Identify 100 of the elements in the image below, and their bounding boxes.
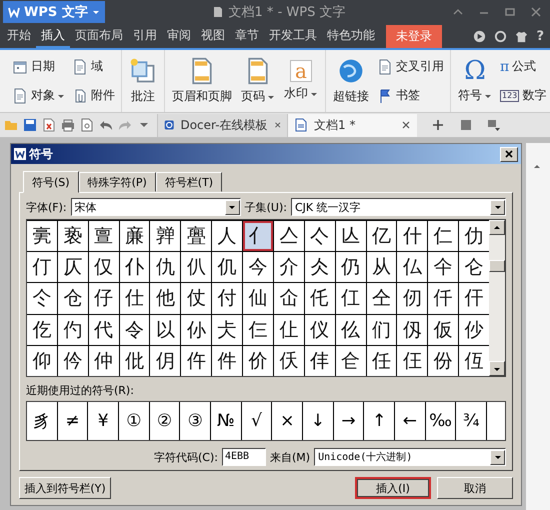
menu-tab[interactable]: 引用 (128, 24, 162, 48)
close-icon[interactable] (401, 120, 411, 130)
symbol-cell[interactable]: ↑ (364, 402, 394, 440)
symbol-cell[interactable]: 亸 (150, 221, 180, 252)
symbol-cell[interactable]: ¥ (88, 402, 118, 440)
symbol-cell[interactable]: 仞 (397, 283, 428, 314)
save-icon[interactable] (23, 118, 37, 132)
symbol-cell[interactable]: 仾 (459, 346, 489, 376)
ribbon-button[interactable]: 附件 (69, 85, 118, 106)
symbol-cell[interactable]: 仯 (459, 314, 489, 345)
ribbon-button[interactable]: 批注 (125, 54, 161, 108)
help-button[interactable]: ? (536, 28, 544, 44)
close-icon[interactable] (274, 120, 281, 130)
menu-tab[interactable]: 视图 (196, 24, 230, 48)
symbol-cell[interactable]: 以 (150, 314, 180, 345)
symbol-cell[interactable]: 亾 (336, 221, 366, 252)
symbol-cell[interactable]: 仅 (88, 252, 119, 282)
symbol-cell[interactable]: 亽 (304, 221, 335, 252)
dropdown-icon[interactable] (487, 118, 501, 132)
encoding-dropdown[interactable]: Unicode(十六进制) (314, 448, 506, 466)
symbol-cell[interactable]: 仑 (459, 252, 489, 282)
symbol-cell[interactable]: 人 (212, 221, 242, 252)
pdf-icon[interactable] (42, 118, 56, 132)
symbol-cell[interactable]: 仔 (88, 283, 119, 314)
ribbon-button[interactable]: 日期 (9, 56, 68, 77)
symbol-cell[interactable]: 仵 (181, 346, 212, 376)
char-code-field[interactable]: 4EBB (222, 448, 266, 466)
symbol-cell[interactable]: 亹 (181, 221, 212, 252)
symbol-cell[interactable]: 份 (428, 346, 458, 376)
ribbon-button[interactable]: 对象 (9, 85, 68, 106)
symbol-cell[interactable]: 仗 (181, 283, 212, 314)
symbol-cell[interactable]: 仮 (428, 314, 458, 345)
symbol-cell[interactable]: 仝 (366, 283, 396, 314)
symbol-cell[interactable]: 仭 (397, 314, 428, 345)
symbol-cell[interactable]: 仆 (120, 252, 150, 282)
dialog-button[interactable]: 插入(I) (355, 477, 431, 499)
symbol-cell[interactable]: 仏 (397, 252, 428, 282)
empty-cell[interactable] (487, 402, 505, 440)
close-icon[interactable] (530, 6, 542, 18)
symbol-cell[interactable]: 仨 (243, 314, 273, 345)
symbol-cell[interactable]: 仓 (58, 283, 88, 314)
scroll-thumb[interactable] (489, 260, 505, 272)
menu-tab[interactable]: 审阅 (162, 24, 196, 48)
preview-icon[interactable] (80, 118, 94, 132)
symbol-cell[interactable]: 付 (212, 283, 242, 314)
symbol-cell[interactable]: 任 (366, 346, 396, 376)
symbol-cell[interactable]: 仦 (181, 314, 212, 345)
symbol-cell[interactable]: 仸 (274, 346, 304, 376)
dialog-button[interactable]: 插入到符号栏(Y) (19, 477, 111, 499)
symbol-cell[interactable]: 什 (397, 221, 428, 252)
symbol-cell[interactable]: ≠ (58, 402, 88, 440)
symbol-cell[interactable]: ¾ (456, 402, 486, 440)
symbol-cell[interactable]: 仱 (58, 346, 88, 376)
menu-tab[interactable]: 开始 (2, 24, 36, 48)
maximize-icon[interactable] (504, 6, 516, 18)
symbol-cell[interactable]: 仁 (428, 221, 458, 252)
symbol-cell[interactable]: 从 (366, 252, 396, 282)
ribbon-button[interactable]: π 公式 (497, 56, 550, 77)
print-icon[interactable] (61, 118, 75, 132)
symbol-cell[interactable]: 价 (243, 346, 273, 376)
symbol-cell[interactable]: ‰ (426, 402, 456, 440)
dialog-button[interactable]: 取消 (437, 477, 513, 499)
dialog-tab[interactable]: 符号(S) (23, 171, 79, 193)
symbol-cell[interactable]: 他 (150, 283, 180, 314)
symbol-cell[interactable]: 豸 (27, 402, 57, 440)
symbol-cell[interactable]: 仹 (304, 346, 335, 376)
ribbon-button[interactable]: 域 (69, 56, 118, 77)
symbol-cell[interactable]: 仡 (27, 314, 57, 345)
symbol-cell[interactable]: 仟 (428, 283, 458, 314)
ribbon-button[interactable]: 书签 (374, 85, 447, 106)
ribbon-button[interactable]: 交叉引用 (374, 56, 447, 77)
symbol-cell[interactable]: 仜 (336, 283, 366, 314)
ribbon-button[interactable]: a 水印 (280, 57, 322, 105)
symbol-cell[interactable]: 仲 (88, 346, 119, 376)
symbol-cell[interactable]: 仉 (212, 252, 242, 282)
symbol-cell[interactable]: ↓ (303, 402, 333, 440)
symbol-cell[interactable]: 仈 (181, 252, 212, 282)
symbol-cell[interactable]: 仒 (27, 283, 57, 314)
font-dropdown[interactable]: 宋体 (70, 198, 241, 216)
close-button[interactable] (500, 146, 518, 162)
new-tab-icon[interactable] (431, 118, 445, 132)
ribbon-button[interactable]: 页眉和页脚 (168, 54, 236, 108)
symbol-cell[interactable]: 亶 (88, 221, 119, 252)
symbol-cell[interactable]: 亼 (274, 221, 304, 252)
symbol-cell[interactable]: 仩 (274, 314, 304, 345)
symbol-cell[interactable]: 仛 (304, 283, 335, 314)
ribbon-button[interactable]: 超链接 (329, 54, 373, 108)
symbol-cell[interactable]: 今 (243, 252, 273, 282)
ribbon-button[interactable]: 页码 (237, 54, 279, 108)
dialog-tab[interactable]: 符号栏(T) (156, 172, 222, 192)
symbol-cell[interactable]: ② (150, 402, 180, 440)
menu-tab[interactable]: 章节 (230, 24, 264, 48)
symbol-cell[interactable]: 仪 (304, 314, 335, 345)
scrollbar[interactable] (489, 220, 505, 376)
menu-tab[interactable]: 页面布局 (70, 24, 128, 48)
symbol-cell[interactable]: 仙 (243, 283, 273, 314)
symbol-cell[interactable]: 仐 (428, 252, 458, 282)
symbol-cell[interactable]: × (272, 402, 302, 440)
play-icon[interactable] (473, 30, 486, 42)
app-menu-button[interactable]: WPS 文字 (3, 1, 105, 23)
